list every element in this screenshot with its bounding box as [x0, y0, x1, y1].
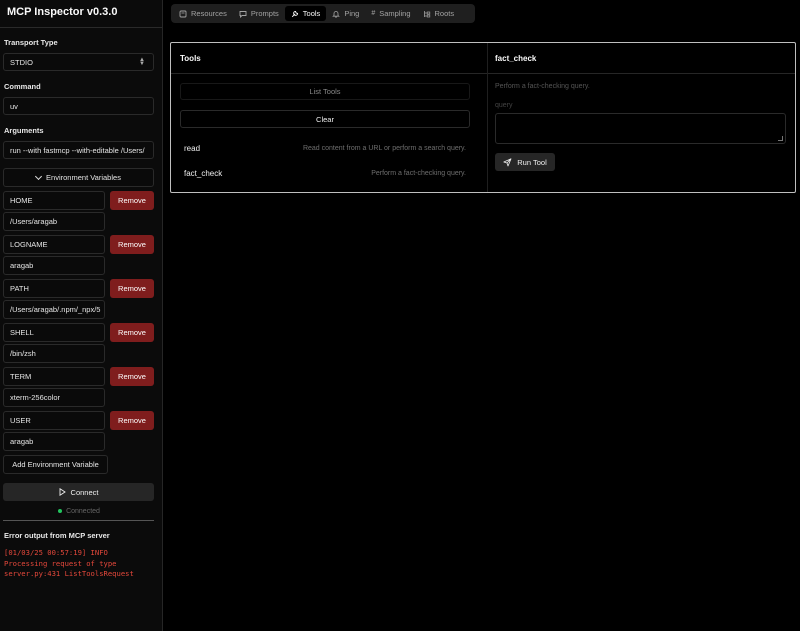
env-key-input[interactable]: PATH: [3, 279, 105, 298]
transport-type-label: Transport Type: [4, 38, 58, 47]
env-key-input[interactable]: USER: [3, 411, 105, 430]
title-divider: [0, 27, 162, 28]
env-key-input[interactable]: LOGNAME: [3, 235, 105, 254]
env-value-input[interactable]: /bin/zsh: [3, 344, 105, 363]
tool-description: Read content from a URL or perform a sea…: [302, 144, 466, 152]
tab-tools[interactable]: Tools: [284, 6, 327, 21]
arguments-input[interactable]: run --with fastmcp --with-editable /User…: [3, 141, 154, 159]
column-divider: [487, 43, 488, 192]
tab-roots[interactable]: Roots: [417, 6, 461, 21]
detail-header-divider: [488, 73, 795, 74]
error-line: server.py:431 ListToolsRequest: [4, 569, 134, 578]
list-tools-button[interactable]: List Tools: [180, 83, 470, 100]
tool-item-fact-check[interactable]: fact_check Perform a fact-checking query…: [184, 167, 466, 179]
remove-env-button[interactable]: Remove: [110, 411, 154, 430]
tab-label: Sampling: [379, 9, 411, 18]
transport-type-select[interactable]: STDIO ▲ ▼: [3, 53, 154, 71]
tool-name: read: [184, 143, 201, 153]
env-key-text: HOME: [10, 196, 33, 205]
error-output-title: Error output from MCP server: [4, 531, 110, 540]
env-key-text: PATH: [10, 284, 29, 293]
tools-icon: [291, 10, 298, 17]
prompts-icon: [239, 10, 247, 18]
roots-icon: [423, 10, 430, 17]
error-line: Processing request of type: [4, 558, 117, 568]
tool-name: fact_check: [184, 168, 223, 178]
query-label: query: [495, 102, 513, 109]
remove-env-button[interactable]: Remove: [110, 279, 154, 298]
env-key-input[interactable]: TERM: [3, 367, 105, 386]
env-key-input[interactable]: SHELL: [3, 323, 105, 342]
tool-description: Perform a fact-checking query.: [371, 169, 466, 177]
clear-button[interactable]: Clear: [180, 110, 470, 128]
env-value-input[interactable]: aragab: [3, 256, 105, 275]
env-value-input[interactable]: xterm-256color: [3, 388, 105, 407]
env-key-text: SHELL: [10, 328, 34, 337]
command-label: Command: [4, 82, 41, 91]
tools-panel: Tools List Tools Clear read Read content…: [170, 42, 796, 193]
remove-env-button[interactable]: Remove: [110, 235, 154, 254]
env-value-input[interactable]: /Users/aragab: [3, 212, 105, 231]
env-value-text: /bin/zsh: [10, 349, 36, 358]
connect-button[interactable]: Connect: [3, 483, 154, 501]
env-key-input[interactable]: HOME: [3, 191, 105, 210]
env-value-text: xterm-256color: [10, 393, 61, 402]
sidebar: MCP Inspector v0.3.0 Transport Type STDI…: [0, 0, 163, 631]
error-line: [01/03/25 00:57:19] INFO: [4, 548, 108, 557]
env-variables-toggle[interactable]: Environment Variables: [3, 168, 154, 187]
command-input[interactable]: uv: [3, 97, 154, 115]
tools-header-divider: [171, 73, 487, 74]
chevron-updown-icon: ▲ ▼: [139, 57, 145, 67]
detail-description: Perform a fact-checking query.: [495, 83, 590, 90]
chevron-down-icon: [35, 172, 43, 180]
play-icon: [59, 488, 66, 496]
command-value: uv: [10, 101, 18, 111]
remove-env-button[interactable]: Remove: [110, 191, 154, 210]
env-value-text: /Users/aragab/.npm/_npx/5: [10, 305, 101, 314]
status-dot-icon: [58, 509, 63, 513]
status-divider: [3, 520, 154, 521]
env-variables-label: Environment Variables: [46, 173, 121, 182]
tab-label: Resources: [191, 9, 227, 18]
status-text: Connected: [66, 507, 100, 515]
tools-title: Tools: [180, 54, 201, 63]
detail-title: fact_check: [495, 54, 537, 63]
tool-item-read[interactable]: read Read content from a URL or perform …: [184, 142, 466, 154]
env-value-text: /Users/aragab: [10, 217, 58, 226]
env-key-text: USER: [10, 416, 31, 425]
error-log: [01/03/25 00:57:19] INFO Processing reque…: [4, 548, 160, 580]
hash-icon: #: [371, 10, 376, 17]
send-icon: [503, 157, 512, 166]
tab-sampling[interactable]: # Sampling: [365, 6, 416, 21]
env-value-input[interactable]: /Users/aragab/.npm/_npx/5: [3, 300, 105, 319]
remove-env-button[interactable]: Remove: [110, 323, 154, 342]
transport-type-value: STDIO: [10, 57, 33, 67]
main-tabs: Resources Prompts Tools Ping # Sampling …: [171, 4, 475, 23]
bell-icon: [332, 10, 341, 18]
tab-label: Prompts: [250, 9, 279, 18]
env-value-text: aragab: [10, 437, 34, 446]
arguments-value: run --with fastmcp --with-editable /User…: [10, 145, 145, 155]
tab-label: Tools: [302, 9, 321, 18]
tab-label: Ping: [344, 9, 360, 18]
app-title: MCP Inspector v0.3.0: [7, 6, 118, 18]
resources-icon: [179, 10, 187, 17]
run-tool-button[interactable]: Run Tool: [495, 153, 555, 171]
tab-prompts[interactable]: Prompts: [233, 6, 285, 21]
env-value-input[interactable]: aragab: [3, 432, 105, 451]
env-value-text: aragab: [10, 261, 34, 270]
connect-label: Connect: [70, 487, 99, 497]
add-env-variable-button[interactable]: Add Environment Variable: [3, 455, 108, 474]
connection-status: Connected: [0, 506, 158, 516]
run-tool-label: Run Tool: [517, 157, 547, 167]
resize-handle-icon[interactable]: [778, 136, 783, 141]
tab-resources[interactable]: Resources: [173, 6, 233, 21]
env-key-text: TERM: [10, 372, 32, 381]
tab-ping[interactable]: Ping: [326, 6, 365, 21]
arguments-label: Arguments: [4, 126, 44, 135]
tab-label: Roots: [434, 9, 455, 18]
remove-env-button[interactable]: Remove: [110, 367, 154, 386]
query-textarea[interactable]: [495, 113, 786, 144]
env-key-text: LOGNAME: [10, 240, 48, 249]
